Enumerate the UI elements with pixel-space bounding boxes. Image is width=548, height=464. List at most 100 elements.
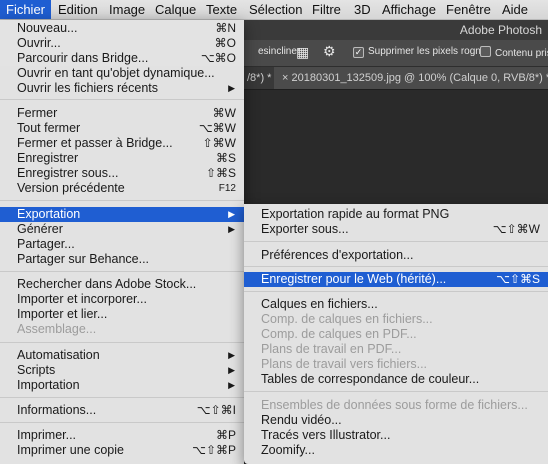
submenu-arrow-icon: ▶ xyxy=(228,380,235,390)
delete-cropped-pixels-option[interactable]: ✓ Supprimer les pixels rognés xyxy=(353,46,491,58)
menu-item-label: Partager... xyxy=(17,237,75,251)
menu-shortcut: ⌘P xyxy=(215,428,236,442)
menu-item-label: Importer et incorporer... xyxy=(17,292,147,306)
menu-item-label: Imprimer... xyxy=(17,428,77,442)
file-menu: Nouveau... ⌘N Ouvrir... ⌘O Parcourir dans … xyxy=(0,20,244,464)
straighten-label[interactable]: esincliner xyxy=(258,46,300,57)
document-tab-label: 20180301_132509.jpg @ 100% (Calque 0, RV… xyxy=(291,72,548,84)
menu-item-label: Nouveau... xyxy=(17,21,78,35)
menu-bar: Fichier Edition Image Calque Texte Sélec… xyxy=(0,0,548,20)
menu-item-label: Calques en fichiers... xyxy=(261,297,378,311)
menu-item-ouvrir[interactable]: Ouvrir... ⌘O xyxy=(0,36,244,51)
menu-item-label: Parcourir dans Bridge... xyxy=(17,51,149,65)
menu-item-label: Fermer xyxy=(17,106,58,120)
menu-item-label: Plans de travail vers fichiers... xyxy=(261,357,428,371)
delete-cropped-pixels-label: Supprimer les pixels rognés xyxy=(368,46,492,57)
menu-affichage[interactable]: Affichage xyxy=(376,0,442,19)
menu-shortcut: ⌘S xyxy=(215,151,236,165)
menu-item-label: Informations... xyxy=(17,403,97,417)
menu-shortcut: ⇧⌘S xyxy=(205,166,236,180)
menu-item-informations[interactable]: Informations... ⌥⇧⌘I xyxy=(0,403,244,418)
menu-separator xyxy=(0,397,244,398)
menu-aide[interactable]: Aide xyxy=(496,0,534,19)
menu-calque[interactable]: Calque xyxy=(149,0,202,19)
menu-item-adobe-stock[interactable]: Rechercher dans Adobe Stock... xyxy=(0,277,244,292)
close-icon[interactable]: × xyxy=(282,72,288,84)
menu-item-fermer-bridge[interactable]: Fermer et passer à Bridge... ⇧⌘W xyxy=(0,136,244,151)
menu-item-label: Partager sur Behance... xyxy=(17,252,150,266)
menu-3d[interactable]: 3D xyxy=(348,0,377,19)
menu-item-partager[interactable]: Partager... xyxy=(0,237,244,252)
menu-item-ensembles-donnees: Ensembles de données sous forme de fichi… xyxy=(244,398,548,413)
checkbox-icon[interactable] xyxy=(480,46,491,57)
menu-item-importer-incorporer[interactable]: Importer et incorporer... xyxy=(0,292,244,307)
menu-item-label: Générer xyxy=(17,222,63,236)
menu-texte[interactable]: Texte xyxy=(200,0,243,19)
menu-item-imprimer-copie[interactable]: Imprimer une copie ⌥⇧⌘P xyxy=(0,443,244,458)
menu-item-tables-couleur[interactable]: Tables de correspondance de couleur... xyxy=(244,372,548,387)
submenu-arrow-icon: ▶ xyxy=(228,365,235,375)
menu-item-exportation[interactable]: Exportation ▶ xyxy=(0,207,244,222)
menu-item-partager-behance[interactable]: Partager sur Behance... xyxy=(0,252,244,267)
menu-item-plans-pdf: Plans de travail en PDF... xyxy=(244,342,548,357)
menu-item-label: Exportation rapide au format PNG xyxy=(261,207,450,221)
menu-image[interactable]: Image xyxy=(103,0,151,19)
menu-item-fermer[interactable]: Fermer ⌘W xyxy=(0,106,244,121)
menu-fichier[interactable]: Fichier xyxy=(0,0,52,19)
gear-icon[interactable]: ⚙ xyxy=(323,43,336,60)
menu-item-enregistrer[interactable]: Enregistrer ⌘S xyxy=(0,151,244,166)
menu-item-zoomify[interactable]: Zoomify... xyxy=(244,443,548,458)
menu-item-rendu-video[interactable]: Rendu vidéo... xyxy=(244,413,548,428)
menu-selection[interactable]: Sélection xyxy=(243,0,308,19)
menu-item-nouveau[interactable]: Nouveau... ⌘N xyxy=(0,21,244,36)
menu-shortcut: ⌥⇧⌘S xyxy=(496,272,540,286)
content-aware-option[interactable]: Contenu pris e xyxy=(480,46,548,59)
menu-item-save-for-web[interactable]: Enregistrer pour le Web (hérité)... ⌥⇧⌘S xyxy=(244,272,548,287)
tab-current-document[interactable]: × 20180301_132509.jpg @ 100% (Calque 0, … xyxy=(274,67,548,89)
menu-item-ouvrir-objet-dynamique[interactable]: Ouvrir en tant qu'objet dynamique... xyxy=(0,66,244,81)
menu-item-label: Ensembles de données sous forme de fichi… xyxy=(261,398,528,412)
menu-item-generer[interactable]: Générer ▶ xyxy=(0,222,244,237)
menu-item-imprimer[interactable]: Imprimer... ⌘P xyxy=(0,428,244,443)
menu-item-label: Zoomify... xyxy=(261,443,315,457)
menu-item-version-precedente[interactable]: Version précédente F12 xyxy=(0,181,244,196)
submenu-arrow-icon: ▶ xyxy=(228,224,235,234)
menu-item-automatisation[interactable]: Automatisation ▶ xyxy=(0,348,244,363)
menu-edition[interactable]: Edition xyxy=(52,0,104,19)
grid-icon[interactable]: ▦ xyxy=(296,44,309,61)
menu-item-preferences-export[interactable]: Préférences d'exportation... xyxy=(244,248,548,263)
menu-item-traces-illustrator[interactable]: Tracés vers Illustrator... xyxy=(244,428,548,443)
menu-item-calques-fichiers[interactable]: Calques en fichiers... xyxy=(244,297,548,312)
menu-fenetre[interactable]: Fenêtre xyxy=(440,0,497,19)
menu-item-importation[interactable]: Importation ▶ xyxy=(0,378,244,393)
menu-item-tout-fermer[interactable]: Tout fermer ⌥⌘W xyxy=(0,121,244,136)
menu-shortcut: ⌥⇧⌘W xyxy=(492,222,540,236)
menu-item-label: Ouvrir en tant qu'objet dynamique... xyxy=(17,66,215,80)
menu-item-label: Assemblage... xyxy=(17,322,97,336)
menu-separator xyxy=(0,422,244,423)
menu-item-label: Plans de travail en PDF... xyxy=(261,342,402,356)
menu-item-importer-lier[interactable]: Importer et lier... xyxy=(0,307,244,322)
menu-filtre[interactable]: Filtre xyxy=(306,0,347,19)
menu-item-exporter-sous[interactable]: Exporter sous... ⌥⇧⌘W xyxy=(244,222,548,237)
menu-item-enregistrer-sous[interactable]: Enregistrer sous... ⇧⌘S xyxy=(0,166,244,181)
menu-item-parcourir-bridge[interactable]: Parcourir dans Bridge... ⌥⌘O xyxy=(0,51,244,66)
menu-item-fichiers-recents[interactable]: Ouvrir les fichiers récents ▶ xyxy=(0,81,244,96)
checkbox-checked-icon[interactable]: ✓ xyxy=(353,47,364,58)
menu-item-label: Rechercher dans Adobe Stock... xyxy=(17,277,197,291)
menu-item-export-png[interactable]: Exportation rapide au format PNG xyxy=(244,207,548,222)
menu-shortcut: ⌥⇧⌘P xyxy=(192,443,236,457)
menu-item-label: Imprimer une copie xyxy=(17,443,124,457)
menu-item-label: Tout fermer xyxy=(17,121,81,135)
menu-item-label: Enregistrer pour le Web (hérité)... xyxy=(261,272,447,286)
menu-item-label: Préférences d'exportation... xyxy=(261,248,414,262)
menu-item-label: Ouvrir... xyxy=(17,36,61,50)
menu-shortcut: ⌘O xyxy=(214,36,236,50)
menu-item-label: Enregistrer sous... xyxy=(17,166,119,180)
tab-previous-document[interactable]: /8*) * xyxy=(247,67,271,89)
menu-item-label: Comp. de calques en PDF... xyxy=(261,327,417,341)
menu-separator xyxy=(0,342,244,343)
menu-item-assemblage: Assemblage... xyxy=(0,322,244,337)
menu-shortcut: ⌥⌘O xyxy=(200,51,236,65)
menu-item-scripts[interactable]: Scripts ▶ xyxy=(0,363,244,378)
